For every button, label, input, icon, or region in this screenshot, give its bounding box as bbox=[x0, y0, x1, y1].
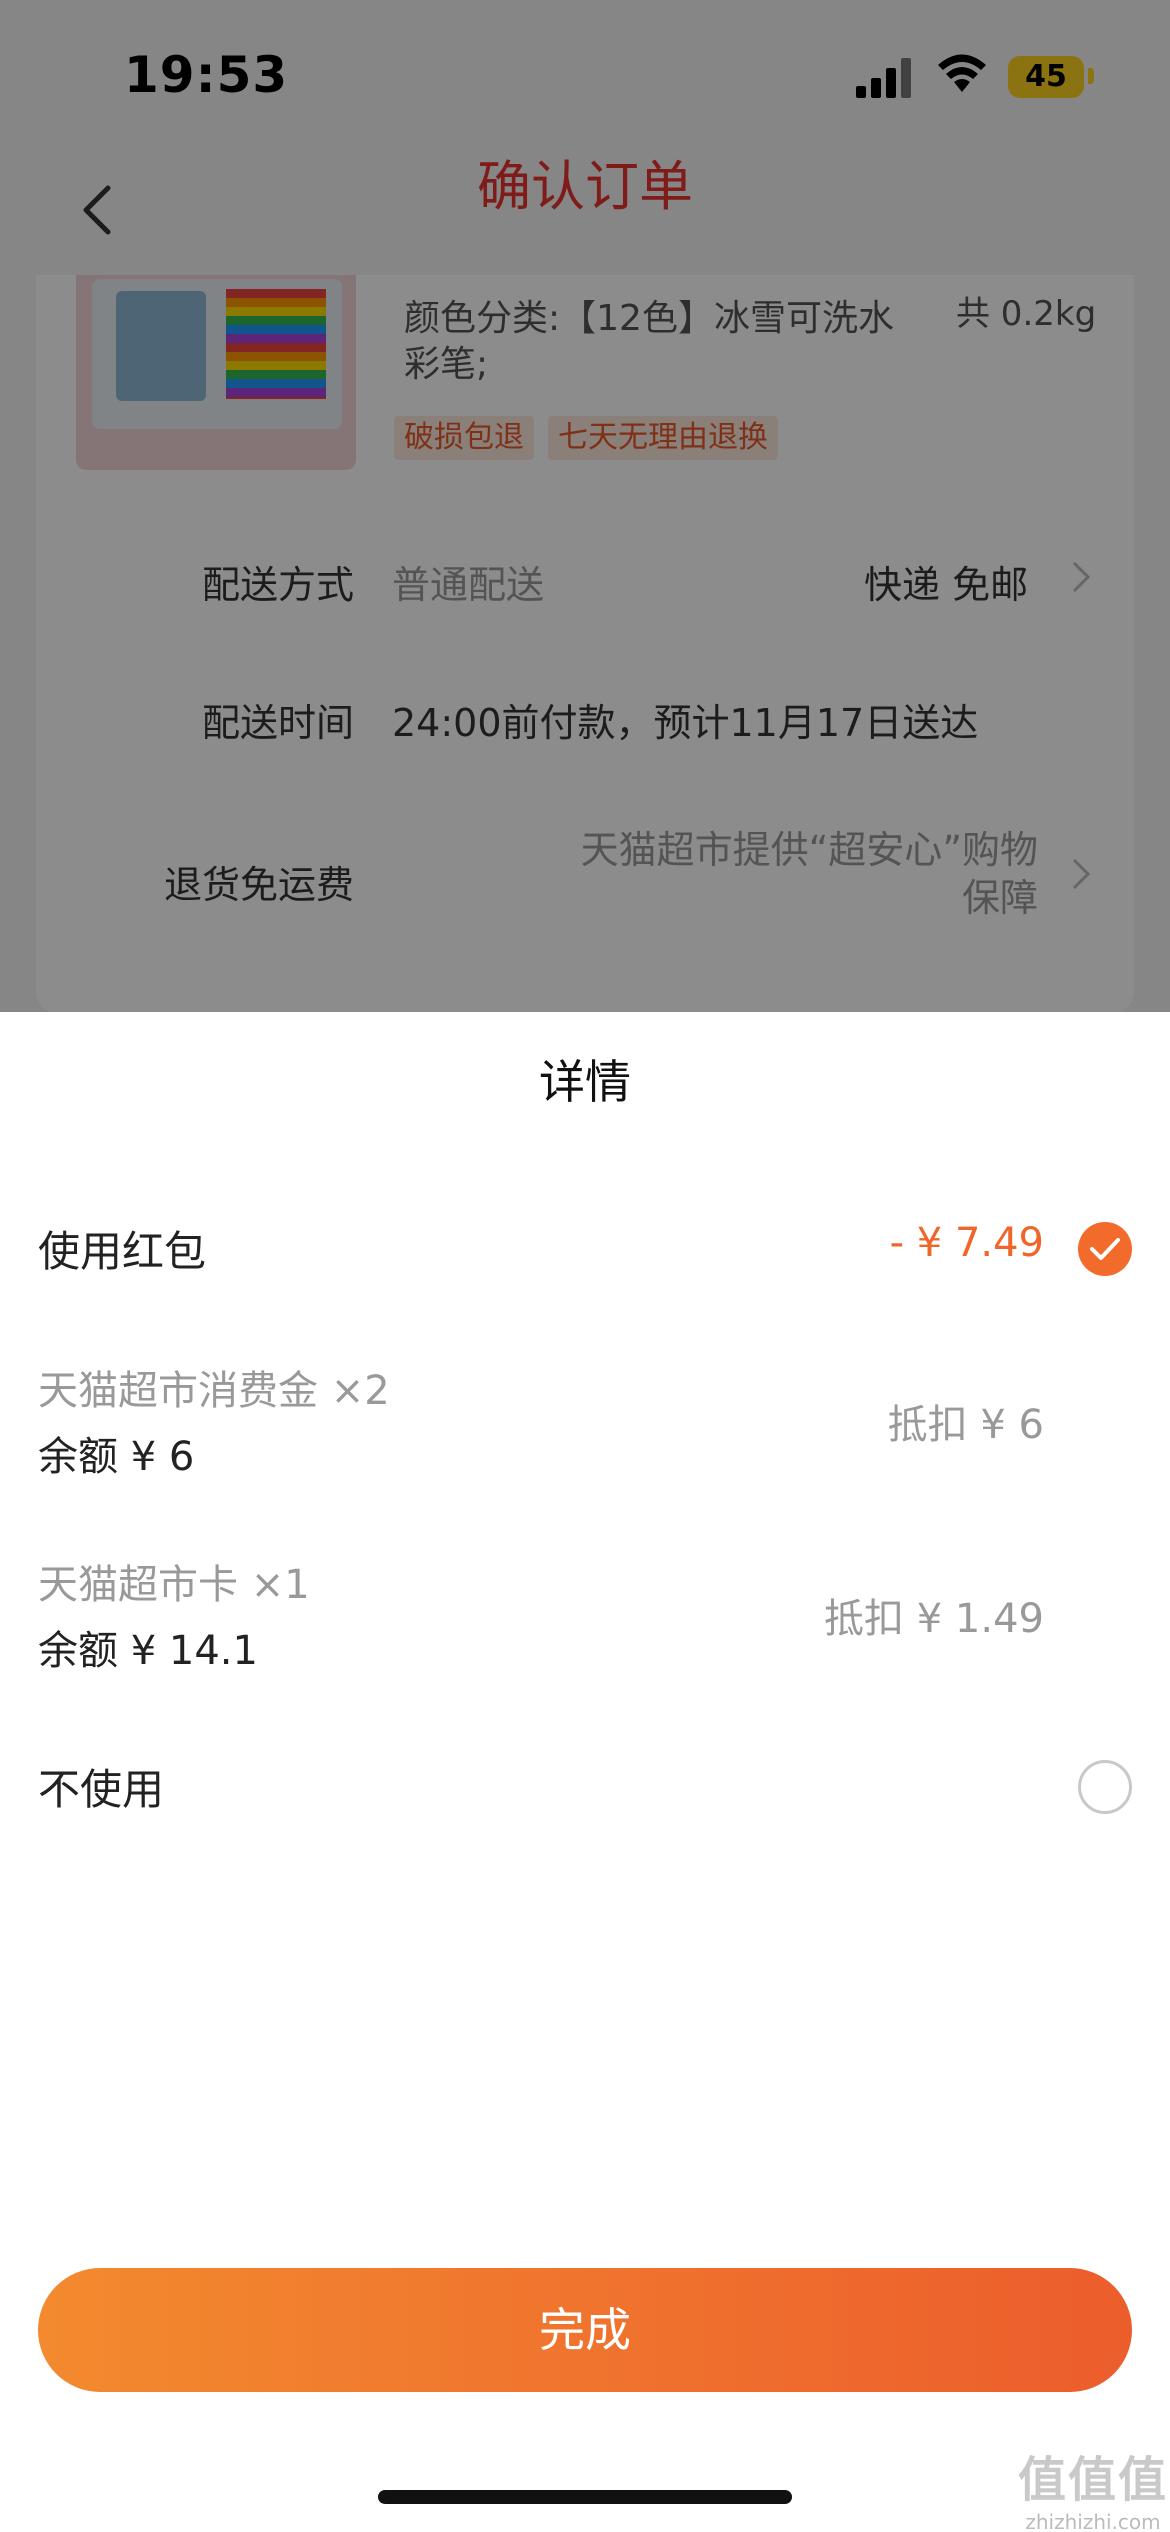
item-card-name: 天猫超市卡 ×1 bbox=[38, 1562, 310, 1608]
use-redpacket-check[interactable] bbox=[1078, 1222, 1132, 1276]
done-button[interactable]: 完成 bbox=[38, 2268, 1132, 2392]
sheet-title: 详情 bbox=[539, 1055, 631, 1109]
redpacket-detail-sheet: 详情 使用红包 - ¥ 7.49 天猫超市消费金 ×2 余额 ¥ 6 抵扣 ¥ … bbox=[0, 1012, 1170, 2532]
order-confirm-page: 19:53 45 确认订单 颜色分类:【12色】冰雪可洗水彩笔; 共 0.2kg… bbox=[0, 0, 1170, 1012]
no-use-radio[interactable] bbox=[1078, 1760, 1132, 1814]
redpacket-amount: - ¥ 7.49 bbox=[889, 1220, 1044, 1266]
use-redpacket-label[interactable]: 使用红包 bbox=[38, 1218, 206, 1279]
modal-dim-overlay[interactable] bbox=[0, 0, 1170, 1012]
item-card-deduct: 抵扣 ¥ 1.49 bbox=[824, 1596, 1044, 1642]
no-use-label[interactable]: 不使用 bbox=[38, 1756, 164, 1817]
item-card-balance: 余额 ¥ 14.1 bbox=[38, 1628, 258, 1674]
watermark-logo: 值值值 bbox=[1018, 2452, 1169, 2508]
checkmark-icon bbox=[1090, 1238, 1120, 1260]
item-consume-deduct: 抵扣 ¥ 6 bbox=[887, 1402, 1044, 1448]
home-indicator bbox=[378, 2490, 792, 2504]
item-consume-name: 天猫超市消费金 ×2 bbox=[38, 1368, 390, 1414]
watermark: 值值值 zhizhizhi.com bbox=[1018, 2440, 1168, 2532]
watermark-url: zhizhizhi.com bbox=[1025, 2510, 1161, 2532]
item-consume-balance: 余额 ¥ 6 bbox=[38, 1434, 195, 1480]
